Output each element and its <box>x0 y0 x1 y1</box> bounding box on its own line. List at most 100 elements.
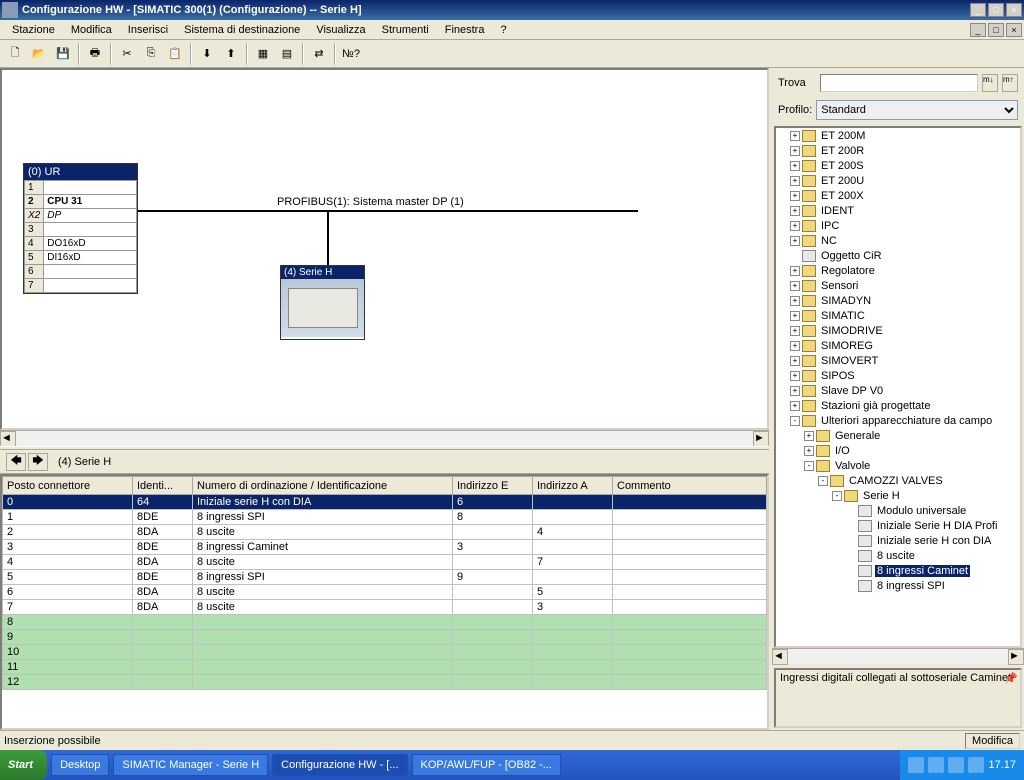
mdi-minimize-button[interactable]: _ <box>970 23 986 37</box>
tree-expand-icon[interactable]: + <box>790 206 800 216</box>
tree-item[interactable]: +I/O <box>776 443 1020 458</box>
system-tray[interactable]: 17.17 <box>900 750 1024 780</box>
tree-item[interactable]: +Regolatore <box>776 263 1020 278</box>
rack-row[interactable]: 3 <box>25 223 137 237</box>
menu-item[interactable]: ? <box>492 22 514 38</box>
table-row[interactable]: 8 <box>3 615 767 630</box>
tree-expand-icon[interactable]: + <box>790 161 800 171</box>
tree-item[interactable]: +SIMOREG <box>776 338 1020 353</box>
device-box[interactable]: (4) Serie H <box>280 265 365 340</box>
hardware-canvas[interactable]: (0) UR 12CPU 31X2DP34DO16xD5DI16xD67 PRO… <box>0 68 769 430</box>
search-input[interactable] <box>820 74 978 92</box>
tray-icon[interactable] <box>968 757 984 773</box>
download-button[interactable]: ⬇ <box>196 43 218 65</box>
tree-expand-icon[interactable]: + <box>790 311 800 321</box>
tree-item[interactable]: +ET 200M <box>776 128 1020 143</box>
tree-item[interactable]: Oggetto CiR <box>776 248 1020 263</box>
tree-item[interactable]: +Stazioni già progettate <box>776 398 1020 413</box>
save-button[interactable]: 💾 <box>52 43 74 65</box>
close-button[interactable]: × <box>1006 3 1022 17</box>
menu-item[interactable]: Visualizza <box>308 22 373 38</box>
tree-item[interactable]: -Serie H <box>776 488 1020 503</box>
menu-item[interactable]: Inserisci <box>120 22 176 38</box>
tree-item[interactable]: +NC <box>776 233 1020 248</box>
table-row[interactable]: 9 <box>3 630 767 645</box>
table-row[interactable]: 58DE8 ingressi SPI9 <box>3 570 767 585</box>
column-header[interactable]: Indirizzo A <box>533 477 613 495</box>
table-row[interactable]: 48DA8 uscite7 <box>3 555 767 570</box>
nav-back-button[interactable]: 🡄 <box>6 453 26 471</box>
menu-item[interactable]: Finestra <box>437 22 493 38</box>
tree-item[interactable]: +ET 200X <box>776 188 1020 203</box>
tree-item[interactable]: +IDENT <box>776 203 1020 218</box>
table-row[interactable]: 064Iniziale serie H con DIA6 <box>3 495 767 510</box>
tree-item[interactable]: +Slave DP V0 <box>776 383 1020 398</box>
rack-row[interactable]: 6 <box>25 265 137 279</box>
minimize-button[interactable]: _ <box>970 3 986 17</box>
tree-scrollbar[interactable]: ◄► <box>772 648 1024 664</box>
tree-item[interactable]: -Valvole <box>776 458 1020 473</box>
upload-button[interactable]: ⬆ <box>220 43 242 65</box>
menu-item[interactable]: Strumenti <box>374 22 437 38</box>
tree-item[interactable]: Iniziale Serie H DIA Profi <box>776 518 1020 533</box>
tray-icon[interactable] <box>948 757 964 773</box>
table-row[interactable]: 11 <box>3 660 767 675</box>
paste-button[interactable]: 📋 <box>164 43 186 65</box>
tree-expand-icon[interactable]: + <box>790 401 800 411</box>
mdi-maximize-button[interactable]: □ <box>988 23 1004 37</box>
tree-item[interactable]: -Ulteriori apparecchiature da campo <box>776 413 1020 428</box>
tree-item[interactable]: +SIMADYN <box>776 293 1020 308</box>
search-down-button[interactable]: m↓ <box>982 74 998 92</box>
tree-item[interactable]: 8 ingressi SPI <box>776 578 1020 593</box>
table-row[interactable]: 28DA8 uscite4 <box>3 525 767 540</box>
menu-item[interactable]: Stazione <box>4 22 63 38</box>
tree-expand-icon[interactable]: + <box>790 221 800 231</box>
tree-item[interactable]: 8 ingressi Caminet <box>776 563 1020 578</box>
mdi-close-button[interactable]: × <box>1006 23 1022 37</box>
tree-item[interactable]: Modulo universale <box>776 503 1020 518</box>
tree-item[interactable]: +SIMODRIVE <box>776 323 1020 338</box>
column-header[interactable]: Posto connettore <box>3 477 133 495</box>
tree-expand-icon[interactable]: + <box>790 386 800 396</box>
tree-expand-icon[interactable]: + <box>790 296 800 306</box>
taskbar-item[interactable]: SIMATIC Manager - Serie H <box>113 754 268 776</box>
tree-expand-icon[interactable]: + <box>790 266 800 276</box>
taskbar-item[interactable]: Desktop <box>51 754 109 776</box>
detail-table[interactable]: Posto connettoreIdenti...Numero di ordin… <box>2 476 767 690</box>
pin-icon[interactable]: 📌 <box>1004 672 1018 686</box>
tree-expand-icon[interactable]: + <box>790 236 800 246</box>
tree-item[interactable]: +Generale <box>776 428 1020 443</box>
table-row[interactable]: 78DA8 uscite3 <box>3 600 767 615</box>
tree-item[interactable]: +SIPOS <box>776 368 1020 383</box>
search-up-button[interactable]: m↑ <box>1002 74 1018 92</box>
rack-box[interactable]: (0) UR 12CPU 31X2DP34DO16xD5DI16xD67 <box>23 163 138 294</box>
column-header[interactable]: Commento <box>613 477 767 495</box>
taskbar-item[interactable]: KOP/AWL/FUP - [OB82 -... <box>412 754 561 776</box>
table-row[interactable]: 12 <box>3 675 767 690</box>
rack-row[interactable]: 5DI16xD <box>25 251 137 265</box>
tree-item[interactable]: +ET 200S <box>776 158 1020 173</box>
tree-expand-icon[interactable]: - <box>790 416 800 426</box>
tray-icon[interactable] <box>908 757 924 773</box>
tree-expand-icon[interactable]: + <box>804 446 814 456</box>
column-header[interactable]: Identi... <box>133 477 193 495</box>
help-button[interactable]: №? <box>340 43 362 65</box>
open-button[interactable]: 📂 <box>28 43 50 65</box>
maximize-button[interactable]: □ <box>988 3 1004 17</box>
tree-expand-icon[interactable]: + <box>790 176 800 186</box>
tree-item[interactable]: +IPC <box>776 218 1020 233</box>
tree-expand-icon[interactable]: - <box>818 476 828 486</box>
column-header[interactable]: Indirizzo E <box>453 477 533 495</box>
new-button[interactable]: 🗋 <box>4 43 26 65</box>
canvas-scrollbar[interactable]: ◄► <box>0 430 769 446</box>
tree-expand-icon[interactable]: + <box>790 326 800 336</box>
tree-expand-icon[interactable]: - <box>832 491 842 501</box>
rack-row[interactable]: 1 <box>25 181 137 195</box>
tree-item[interactable]: 8 uscite <box>776 548 1020 563</box>
copy-button[interactable]: ⎘ <box>140 43 162 65</box>
tree-item[interactable]: +ET 200U <box>776 173 1020 188</box>
table-row[interactable]: 10 <box>3 645 767 660</box>
rack-row[interactable]: 2CPU 31 <box>25 195 137 209</box>
table-row[interactable]: 38DE8 ingressi Caminet3 <box>3 540 767 555</box>
tree-expand-icon[interactable]: + <box>790 146 800 156</box>
